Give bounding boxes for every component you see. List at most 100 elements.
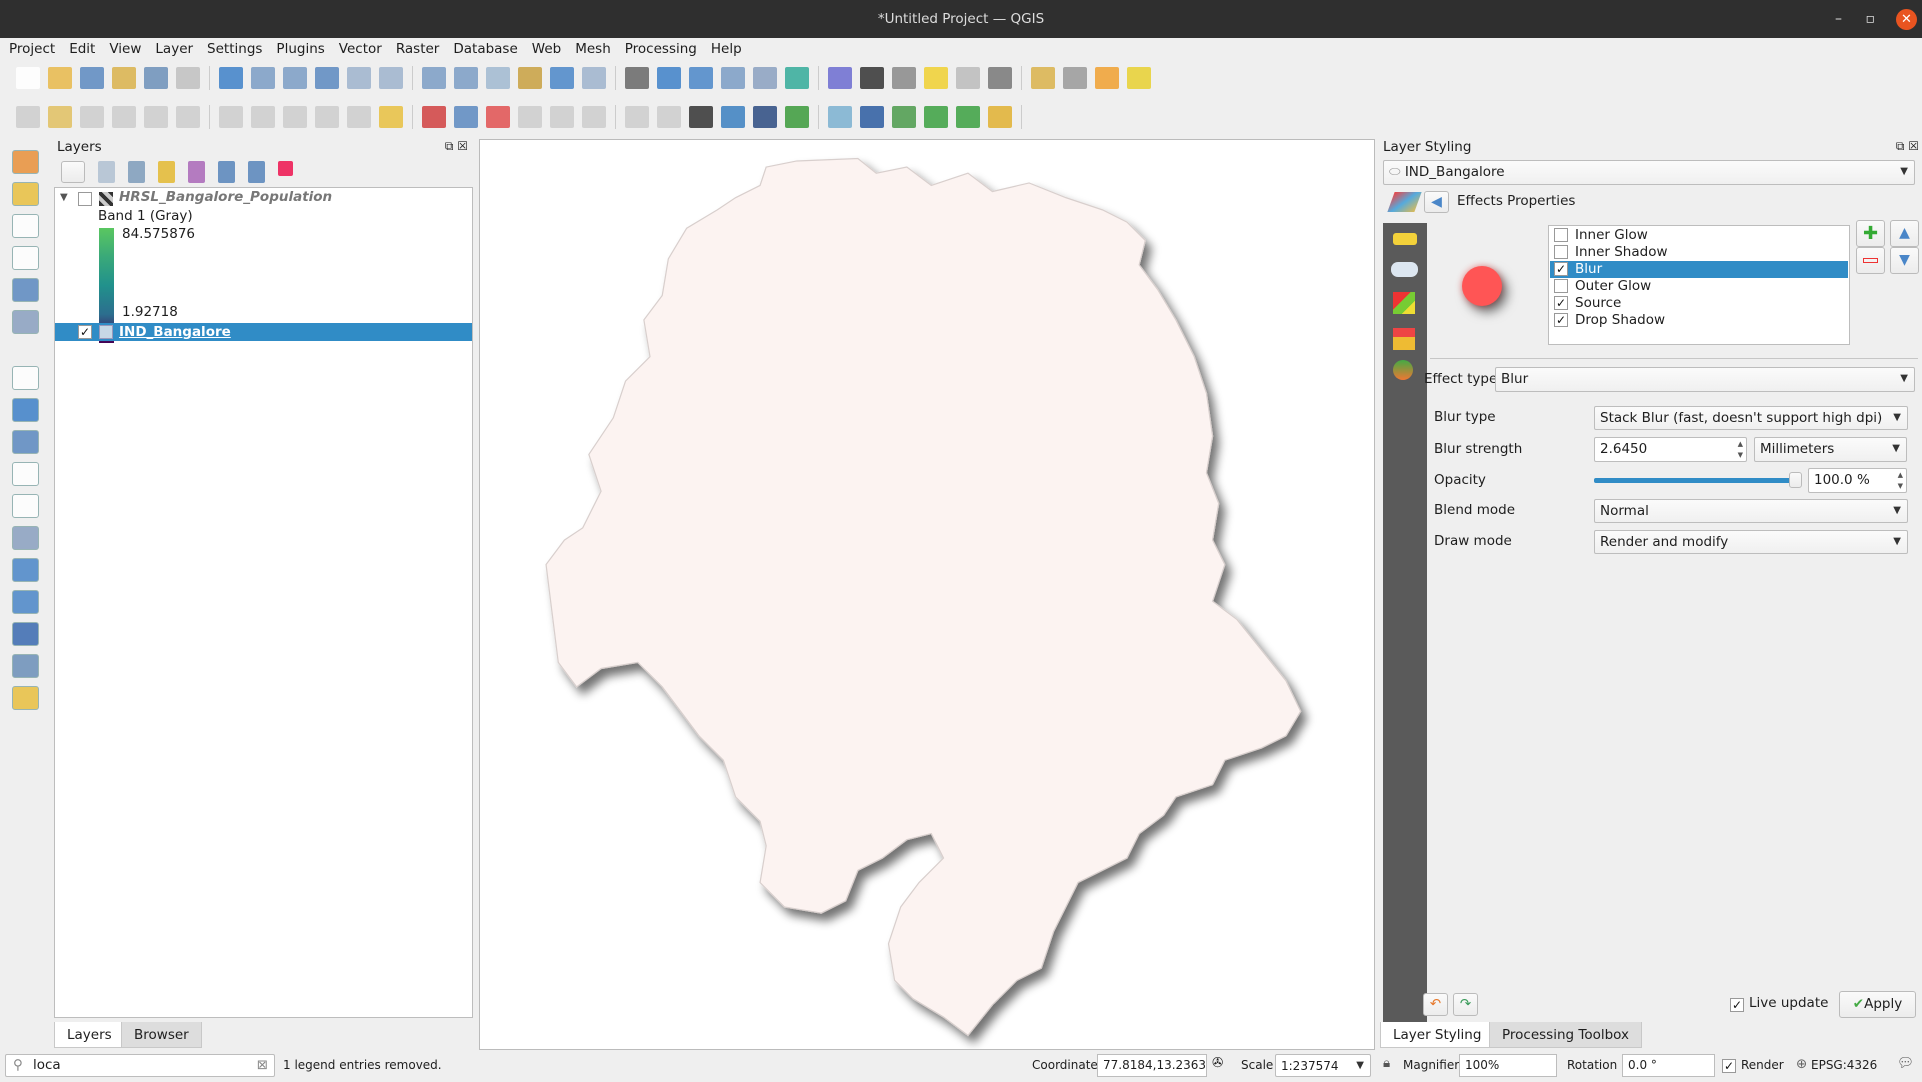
expand-all-icon[interactable] [218, 161, 235, 183]
edit-toolbar-icon-3[interactable] [112, 106, 136, 128]
add-layer-icon-16[interactable] [12, 686, 39, 710]
rotation-input[interactable]: 0.0 ° [1622, 1054, 1715, 1077]
toolbar-icon-19[interactable] [657, 67, 681, 89]
menu-project[interactable]: Project [4, 38, 60, 60]
layer-name[interactable]: HRSL_Bangalore_Population [119, 189, 332, 205]
spin-arrows-icon[interactable]: ▲ ▼ [1898, 470, 1903, 492]
layer-combo[interactable]: ⬭ IND_Bangalore ▼ [1383, 160, 1915, 185]
add-layer-icon-10[interactable] [12, 494, 39, 518]
edit-toolbar-icon-24[interactable] [828, 106, 852, 128]
edit-toolbar-icon-17[interactable] [582, 106, 606, 128]
toolbar-icon-3[interactable] [112, 67, 136, 89]
edit-toolbar-icon-1[interactable] [48, 106, 72, 128]
toolbar-icon-1[interactable] [48, 67, 72, 89]
layer-checkbox[interactable] [78, 192, 92, 206]
clear-icon[interactable]: ⊠ [257, 1055, 268, 1076]
toolbar-icon-20[interactable] [689, 67, 713, 89]
edit-toolbar-icon-23[interactable] [785, 106, 809, 128]
blur-unit-combo[interactable]: Millimeters ▼ [1754, 437, 1907, 462]
menu-plugins[interactable]: Plugins [271, 38, 329, 60]
style-manager-icon[interactable] [61, 161, 85, 183]
messages-icon[interactable]: 💬︎ [1897, 1055, 1914, 1071]
menu-processing[interactable]: Processing [620, 38, 702, 60]
add-layer-icon-14[interactable] [12, 622, 39, 646]
toolbar-icon-29[interactable] [988, 67, 1012, 89]
add-layer-icon-6[interactable] [12, 366, 39, 390]
3d-view-icon[interactable] [1393, 292, 1415, 314]
edit-toolbar-icon-2[interactable] [80, 106, 104, 128]
add-layer-icon-0[interactable] [12, 150, 39, 174]
toolbar-icon-22[interactable] [753, 67, 777, 89]
menu-raster[interactable]: Raster [391, 38, 445, 60]
history-icon[interactable] [1393, 360, 1413, 380]
edit-toolbar-icon-10[interactable] [347, 106, 371, 128]
menu-web[interactable]: Web [527, 38, 566, 60]
toolbar-icon-14[interactable] [486, 67, 510, 89]
edit-toolbar-icon-9[interactable] [315, 106, 339, 128]
add-layer-icon-9[interactable] [12, 462, 39, 486]
add-layer-icon-8[interactable] [12, 430, 39, 454]
add-effect-button[interactable]: ✚ [1856, 220, 1885, 247]
menu-database[interactable]: Database [448, 38, 522, 60]
add-layer-icon-11[interactable] [12, 526, 39, 550]
lock-icon[interactable]: 🔒︎ [1383, 1055, 1390, 1071]
edit-toolbar-icon-7[interactable] [251, 106, 275, 128]
layer-row-selected[interactable]: ✓ IND_Bangalore [55, 323, 472, 341]
minimize-button[interactable]: – [1835, 0, 1842, 38]
blur-type-combo[interactable]: Stack Blur (fast, doesn't support high d… [1594, 406, 1908, 430]
visibility-icon[interactable] [128, 161, 145, 183]
toolbar-icon-17[interactable] [582, 67, 606, 89]
maximize-button[interactable]: ▫ [1866, 0, 1876, 38]
panel-close-icon[interactable]: ⧉ ☒ [445, 139, 468, 154]
effect-checkbox[interactable] [1554, 245, 1568, 259]
toolbar-icon-26[interactable] [892, 67, 916, 89]
edit-toolbar-icon-29[interactable] [988, 106, 1012, 128]
bangalore-polygon[interactable] [545, 157, 1302, 1037]
toolbar-icon-24[interactable] [828, 67, 852, 89]
edit-toolbar-icon-26[interactable] [892, 106, 916, 128]
coordinate-input[interactable]: 77.8184,13.2363 [1097, 1054, 1207, 1077]
effect-checkbox[interactable] [1554, 228, 1568, 242]
effect-item[interactable]: Inner Shadow [1550, 244, 1848, 261]
opacity-input[interactable]: 100.0 % ▲ ▼ [1808, 468, 1907, 493]
locator-search-input[interactable]: ⚲ loca ⊠ [5, 1054, 275, 1077]
toolbar-icon-11[interactable] [379, 67, 403, 89]
effect-checkbox[interactable] [1554, 279, 1568, 293]
layer-name[interactable]: IND_Bangalore [119, 323, 231, 341]
effect-item[interactable]: ✓ Drop Shadow [1550, 312, 1848, 329]
menu-settings[interactable]: Settings [202, 38, 267, 60]
toolbar-icon-31[interactable] [1063, 67, 1087, 89]
menu-help[interactable]: Help [706, 38, 747, 60]
toolbar-icon-25[interactable] [860, 67, 884, 89]
edit-toolbar-icon-16[interactable] [550, 106, 574, 128]
toolbar-icon-10[interactable] [347, 67, 371, 89]
add-layer-icon-13[interactable] [12, 590, 39, 614]
toolbar-icon-32[interactable] [1095, 67, 1119, 89]
toggle-extents-icon[interactable]: ✇ [1212, 1055, 1223, 1071]
toolbar-icon-13[interactable] [454, 67, 478, 89]
effect-checkbox[interactable]: ✓ [1554, 262, 1568, 276]
toolbar-icon-4[interactable] [144, 67, 168, 89]
add-layer-icon-12[interactable] [12, 558, 39, 582]
effect-checkbox[interactable]: ✓ [1554, 296, 1568, 310]
back-button[interactable]: ◀ [1424, 191, 1449, 213]
toolbar-icon-12[interactable] [422, 67, 446, 89]
layer-checkbox[interactable]: ✓ [78, 325, 92, 339]
toolbar-icon-30[interactable] [1031, 67, 1055, 89]
add-group-icon[interactable] [98, 161, 115, 183]
magnifier-input[interactable]: 100% [1459, 1054, 1557, 1077]
panel-close-icon[interactable]: ⧉ ☒ [1896, 139, 1919, 154]
tab-layers[interactable]: Layers [54, 1022, 125, 1048]
symbology-icon[interactable] [1387, 192, 1422, 212]
filter-icon[interactable] [158, 161, 175, 183]
toolbar-icon-8[interactable] [283, 67, 307, 89]
expand-arrow-icon[interactable]: ▼ [60, 192, 68, 203]
diagrams-icon[interactable] [1393, 328, 1415, 350]
toolbar-icon-27[interactable] [924, 67, 948, 89]
effect-type-combo[interactable]: Blur ▼ [1495, 367, 1915, 392]
draw-mode-combo[interactable]: Render and modify ▼ [1594, 530, 1908, 554]
menu-edit[interactable]: Edit [64, 38, 100, 60]
move-down-button[interactable]: ▼ [1890, 247, 1919, 274]
toolbar-icon-16[interactable] [550, 67, 574, 89]
undo-button[interactable]: ↶ [1423, 993, 1448, 1016]
